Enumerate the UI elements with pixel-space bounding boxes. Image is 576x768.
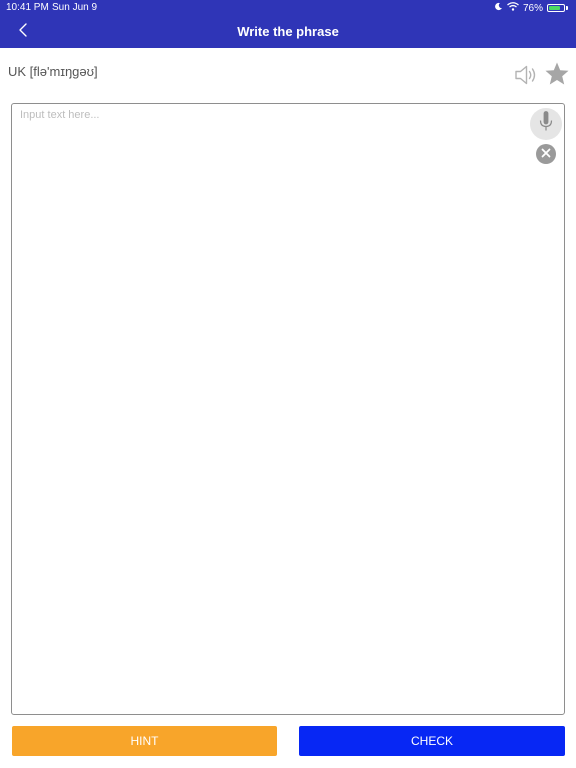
status-bar: 10:41 PM Sun Jun 9 76% — [0, 0, 576, 16]
hint-button[interactable]: HINT — [12, 726, 277, 756]
page-title: Write the phrase — [237, 24, 339, 39]
battery-level-fill — [549, 6, 560, 10]
navigation-header: 10:41 PM Sun Jun 9 76% Write the phrase — [0, 0, 576, 48]
favorite-button[interactable] — [544, 61, 570, 87]
star-icon — [544, 62, 570, 91]
clear-input-button[interactable] — [536, 144, 556, 164]
close-circle-icon — [541, 145, 551, 163]
voice-input-button[interactable] — [530, 108, 562, 140]
check-button[interactable]: CHECK — [299, 726, 565, 756]
status-time: 10:41 PM — [6, 2, 49, 13]
status-indicators: 76% — [494, 2, 568, 14]
speaker-icon — [514, 65, 540, 91]
play-audio-button[interactable] — [514, 63, 540, 87]
wifi-icon — [507, 2, 519, 14]
answer-input-container — [11, 103, 565, 715]
phonetic-transcription: UK [flə'mɪŋgəʊ] — [8, 64, 98, 79]
answer-input[interactable] — [12, 104, 564, 714]
microphone-icon — [536, 110, 556, 138]
battery-charging-icon — [547, 4, 568, 12]
app-root: 10:41 PM Sun Jun 9 76% Write the phrase … — [0, 0, 576, 768]
battery-percent: 76% — [522, 2, 543, 14]
status-date: Sun Jun 9 — [52, 2, 98, 13]
do-not-disturb-icon — [494, 2, 503, 14]
